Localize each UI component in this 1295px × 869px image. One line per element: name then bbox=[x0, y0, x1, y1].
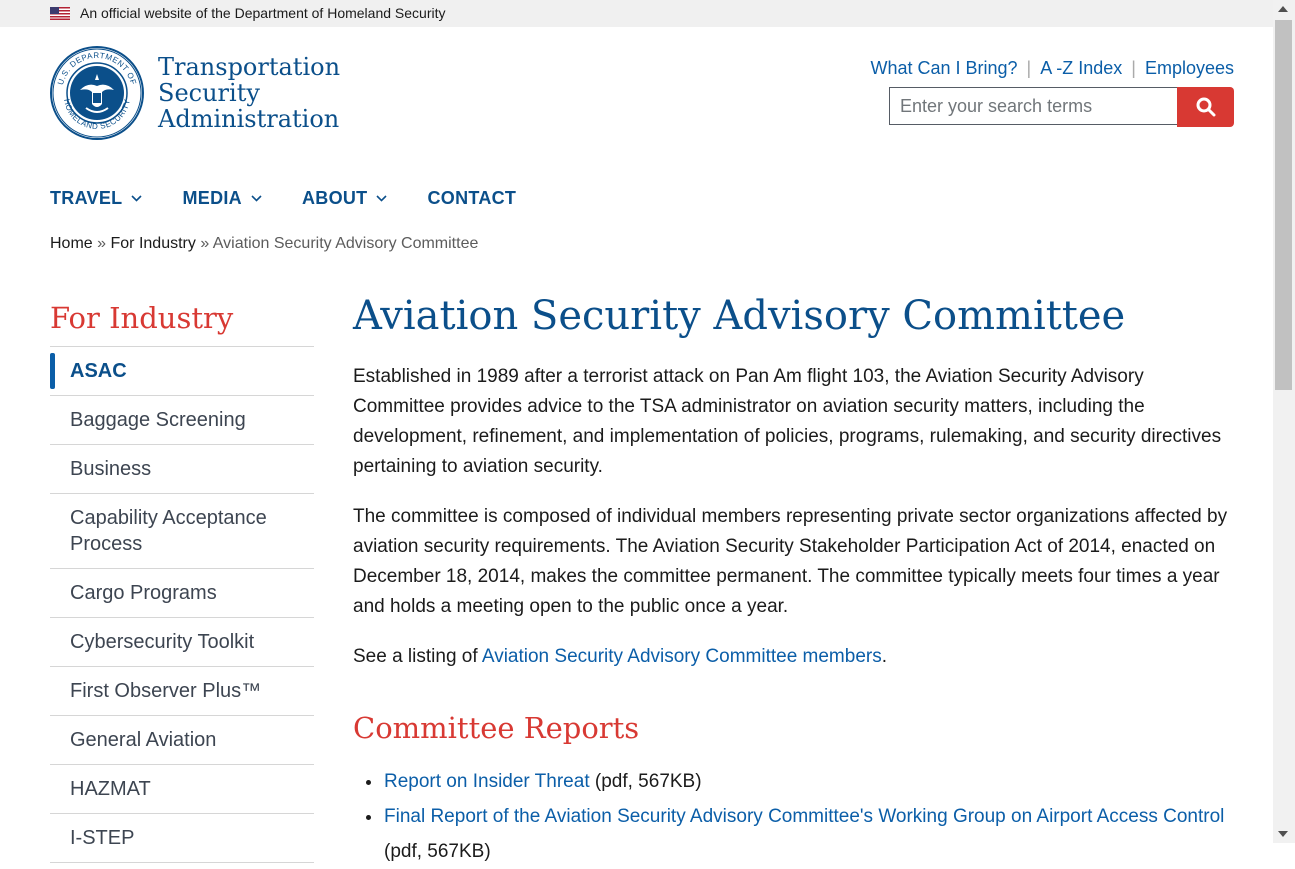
breadcrumb-separator: » bbox=[200, 235, 210, 252]
dhs-seal-icon: U.S. DEPARTMENT OF HOMELAND SECURITY bbox=[50, 46, 144, 140]
reports-heading: Committee Reports bbox=[353, 711, 640, 745]
nav-about-label: ABOUT bbox=[301, 188, 368, 208]
search-icon bbox=[1196, 97, 1215, 117]
main-navigation: TRAVEL MEDIA ABOUT CONTACT bbox=[50, 188, 556, 209]
wordmark-line-2: Security bbox=[158, 79, 260, 107]
breadcrumb-current: Aviation Security Advisory Committee bbox=[212, 235, 479, 252]
sidebar-item-baggage-screening[interactable]: Baggage Screening bbox=[50, 396, 314, 445]
wordmark-line-3: Administration bbox=[158, 105, 340, 133]
search-button[interactable] bbox=[1177, 87, 1234, 127]
chevron-down-icon bbox=[376, 195, 388, 202]
report-link-airport-access-control[interactable]: Final Report of the Aviation Security Ad… bbox=[384, 806, 1224, 827]
sidebar-item-general-aviation[interactable]: General Aviation bbox=[50, 716, 314, 765]
breadcrumb: Home » For Industry » Aviation Security … bbox=[50, 235, 478, 253]
sidebar-item-hazmat[interactable]: HAZMAT bbox=[50, 765, 314, 814]
scroll-up-arrow-icon[interactable] bbox=[1278, 6, 1288, 12]
report-meta: (pdf, 567KB) bbox=[589, 771, 702, 792]
page-title: Aviation Security Advisory Committee bbox=[353, 293, 1126, 339]
a-z-index-link[interactable]: A -Z Index bbox=[1040, 58, 1122, 78]
nav-contact-label: CONTACT bbox=[427, 188, 517, 208]
utility-separator: | bbox=[1026, 58, 1032, 78]
nav-travel-label: TRAVEL bbox=[50, 188, 123, 208]
banner-text: An official website of the Department of… bbox=[80, 5, 446, 21]
composition-paragraph: The committee is composed of individual … bbox=[353, 506, 1228, 617]
nav-media-label: MEDIA bbox=[182, 188, 242, 208]
report-link-insider-threat[interactable]: Report on Insider Threat bbox=[384, 771, 590, 792]
employees-link[interactable]: Employees bbox=[1145, 58, 1234, 78]
utility-links: What Can I Bring? | A -Z Index | Employees bbox=[870, 58, 1234, 79]
sidebar-item-capability-acceptance-process[interactable]: Capability Acceptance Process bbox=[50, 494, 314, 569]
tsa-wordmark: Transportation Security Administration bbox=[158, 54, 340, 132]
report-item: Final Report of the Aviation Security Ad… bbox=[383, 799, 1233, 869]
what-can-i-bring-link[interactable]: What Can I Bring? bbox=[870, 58, 1017, 78]
reports-list: Report on Insider Threat (pdf, 567KB) Fi… bbox=[353, 764, 1233, 869]
nav-media[interactable]: MEDIA bbox=[182, 188, 262, 209]
wordmark-line-1: Transportation bbox=[158, 53, 341, 81]
members-paragraph: See a listing of Aviation Security Advis… bbox=[353, 642, 1233, 672]
utility-separator: | bbox=[1131, 58, 1136, 78]
chevron-down-icon bbox=[131, 195, 143, 202]
us-flag-icon bbox=[50, 7, 70, 20]
sidebar-item-i-step[interactable]: I-STEP bbox=[50, 814, 314, 863]
sidebar-item-business[interactable]: Business bbox=[50, 445, 314, 494]
sidebar-item-asac[interactable]: ASAC bbox=[50, 347, 314, 396]
report-item: Report on Insider Threat (pdf, 567KB) bbox=[383, 764, 1233, 799]
nav-travel[interactable]: TRAVEL bbox=[50, 188, 143, 209]
sidebar-item-cybersecurity-toolkit[interactable]: Cybersecurity Toolkit bbox=[50, 618, 314, 667]
members-suffix: . bbox=[881, 646, 888, 667]
report-meta: (pdf, 567KB) bbox=[384, 841, 491, 862]
sidebar-menu: ASAC Baggage Screening Business Capabili… bbox=[50, 346, 314, 863]
members-link[interactable]: Aviation Security Advisory Committee mem… bbox=[482, 646, 882, 667]
breadcrumb-parent-link[interactable]: For Industry bbox=[111, 235, 196, 252]
nav-contact[interactable]: CONTACT bbox=[427, 188, 516, 209]
nav-about[interactable]: ABOUT bbox=[302, 188, 388, 209]
gov-banner: An official website of the Department of… bbox=[0, 0, 1273, 27]
tsa-home-logo[interactable]: U.S. DEPARTMENT OF HOMELAND SECURITY Tra… bbox=[50, 46, 350, 142]
chevron-down-icon bbox=[251, 195, 262, 202]
scroll-down-arrow-icon[interactable] bbox=[1278, 831, 1288, 837]
section-sidebar: For Industry ASAC Baggage Screening Busi… bbox=[50, 300, 314, 863]
sidebar-item-first-observer-plus[interactable]: First Observer Plus™ bbox=[50, 667, 314, 716]
scrollbar-thumb[interactable] bbox=[1275, 20, 1292, 390]
members-prefix: See a listing of bbox=[353, 646, 482, 667]
breadcrumb-separator: » bbox=[97, 235, 107, 252]
search-input[interactable] bbox=[889, 87, 1186, 125]
page-scrollbar[interactable] bbox=[1273, 0, 1295, 843]
sidebar-title: For Industry bbox=[50, 301, 234, 335]
breadcrumb-home-link[interactable]: Home bbox=[50, 235, 93, 252]
intro-paragraph: Established in 1989 after a terrorist at… bbox=[353, 366, 1222, 477]
main-content: Aviation Security Advisory Committee Est… bbox=[353, 290, 1233, 869]
sidebar-item-cargo-programs[interactable]: Cargo Programs bbox=[50, 569, 314, 618]
site-search bbox=[889, 87, 1234, 127]
